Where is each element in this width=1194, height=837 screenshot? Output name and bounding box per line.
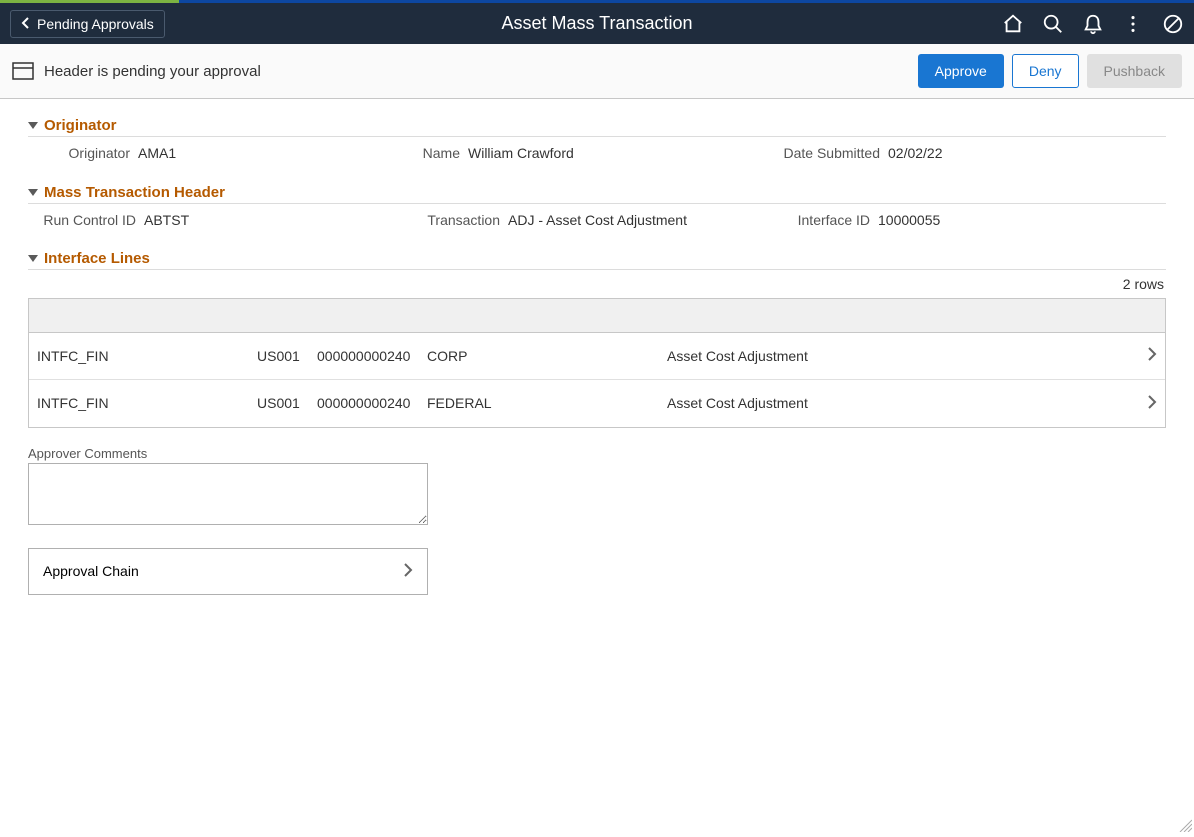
- run-control-label: Run Control ID: [28, 212, 144, 228]
- approve-button[interactable]: Approve: [918, 54, 1004, 88]
- cell-book: FEDERAL: [427, 395, 667, 411]
- approver-comments-input[interactable]: [28, 463, 428, 525]
- approver-comments-label: Approver Comments: [28, 446, 1166, 461]
- chevron-right-icon: [403, 561, 413, 582]
- chevron-left-icon: [21, 16, 31, 32]
- cell-bu: US001: [257, 348, 317, 364]
- mass-header-fields: Run Control ID ABTST Transaction ADJ - A…: [28, 204, 1166, 236]
- name-label: Name: [408, 145, 468, 161]
- card-icon: [12, 62, 34, 80]
- mass-header-title: Mass Transaction Header: [44, 184, 225, 201]
- resize-grip-icon: [1178, 818, 1192, 832]
- interface-id-label: Interface ID: [758, 212, 878, 228]
- originator-fields: Originator AMA1 Name William Crawford Da…: [28, 137, 1166, 170]
- approver-comments-group: Approver Comments: [28, 446, 1166, 530]
- header-icons: [1002, 13, 1184, 35]
- approval-chain-button[interactable]: Approval Chain: [28, 548, 428, 595]
- collapse-icon: [28, 255, 38, 262]
- table-row[interactable]: INTFC_FIN US001 000000000240 FEDERAL Ass…: [29, 380, 1165, 427]
- cell-type: INTFC_FIN: [37, 395, 257, 411]
- interface-lines-title: Interface Lines: [44, 250, 150, 267]
- nosign-icon[interactable]: [1162, 13, 1184, 35]
- originator-value: AMA1: [138, 145, 176, 161]
- chevron-right-icon: [1137, 395, 1157, 412]
- interface-lines-header[interactable]: Interface Lines: [28, 250, 1166, 270]
- originator-section: Originator Originator AMA1 Name William …: [28, 117, 1166, 170]
- interface-lines-section: Interface Lines 2 rows INTFC_FIN US001 0…: [28, 250, 1166, 428]
- back-button-label: Pending Approvals: [37, 16, 154, 32]
- chevron-right-icon: [1137, 347, 1157, 364]
- approval-chain-label: Approval Chain: [43, 563, 139, 579]
- interface-lines-grid: INTFC_FIN US001 000000000240 CORP Asset …: [28, 298, 1166, 428]
- cell-num: 000000000240: [317, 395, 427, 411]
- page-title: Asset Mass Transaction: [501, 13, 692, 34]
- originator-label: Originator: [28, 145, 138, 161]
- grid-header: [29, 299, 1165, 333]
- header-bar: Pending Approvals Asset Mass Transaction: [0, 3, 1194, 44]
- originator-header[interactable]: Originator: [28, 117, 1166, 137]
- cell-num: 000000000240: [317, 348, 427, 364]
- bell-icon[interactable]: [1082, 13, 1104, 35]
- mass-header-header[interactable]: Mass Transaction Header: [28, 184, 1166, 204]
- collapse-icon: [28, 122, 38, 129]
- cell-bu: US001: [257, 395, 317, 411]
- cell-type: INTFC_FIN: [37, 348, 257, 364]
- cell-desc: Asset Cost Adjustment: [667, 395, 1137, 411]
- subheader-left: Header is pending your approval: [12, 62, 261, 80]
- date-label: Date Submitted: [768, 145, 888, 162]
- transaction-label: Transaction: [378, 212, 508, 228]
- subheader-bar: Header is pending your approval Approve …: [0, 44, 1194, 99]
- transaction-value: ADJ - Asset Cost Adjustment: [508, 212, 687, 228]
- status-text: Header is pending your approval: [44, 63, 261, 80]
- home-icon[interactable]: [1002, 13, 1024, 35]
- date-value: 02/02/22: [888, 145, 943, 161]
- cell-book: CORP: [427, 348, 667, 364]
- deny-button[interactable]: Deny: [1012, 54, 1079, 88]
- search-icon[interactable]: [1042, 13, 1064, 35]
- content-area: Originator Originator AMA1 Name William …: [0, 99, 1194, 613]
- originator-title: Originator: [44, 117, 117, 134]
- cell-desc: Asset Cost Adjustment: [667, 348, 1137, 364]
- collapse-icon: [28, 189, 38, 196]
- action-buttons: Approve Deny Pushback: [918, 54, 1182, 88]
- mass-header-section: Mass Transaction Header Run Control ID A…: [28, 184, 1166, 236]
- interface-id-value: 10000055: [878, 212, 940, 228]
- back-button[interactable]: Pending Approvals: [10, 10, 165, 38]
- kebab-icon[interactable]: [1122, 13, 1144, 35]
- table-row[interactable]: INTFC_FIN US001 000000000240 CORP Asset …: [29, 333, 1165, 380]
- row-count: 2 rows: [28, 270, 1166, 298]
- name-value: William Crawford: [468, 145, 574, 161]
- run-control-value: ABTST: [144, 212, 189, 228]
- pushback-button: Pushback: [1087, 54, 1182, 88]
